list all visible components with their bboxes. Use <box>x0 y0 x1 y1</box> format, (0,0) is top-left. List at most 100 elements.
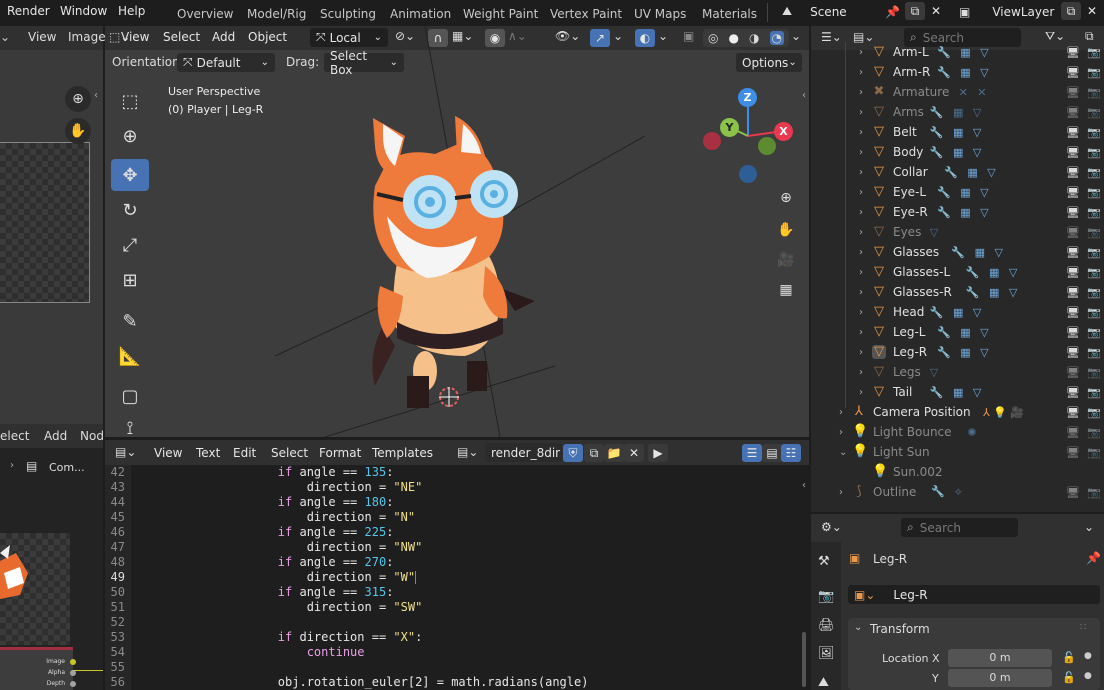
mesh-object-icon[interactable]: ▽ <box>872 45 886 59</box>
modifier-icons[interactable]: 🔧 ▦ ▽ <box>930 146 985 159</box>
tab-overview[interactable]: Overview <box>177 7 234 21</box>
modifier-icons[interactable]: ✺ <box>967 426 979 439</box>
mesh-object-icon[interactable]: ▽ <box>872 225 886 239</box>
mesh-object-icon[interactable]: ▽ <box>872 385 886 399</box>
chevron-down-icon[interactable]: ⌄ <box>854 622 862 633</box>
menu-node[interactable]: Nod <box>80 429 104 443</box>
chevron-right-icon[interactable]: › <box>859 87 863 98</box>
tab-weight-paint[interactable]: Weight Paint <box>463 7 538 21</box>
drag-handle-icon[interactable]: ∷ <box>1080 622 1086 633</box>
code-line[interactable]: 47 direction = "NW" <box>105 540 795 555</box>
select-box-icon[interactable]: ⬚ <box>111 85 149 117</box>
viewport-visibility-icon[interactable]: 🖥 <box>1066 106 1080 119</box>
outliner-row[interactable]: › ⟆ Outline 🔧 ⟡ 🖥 📷 <box>811 482 1104 502</box>
viewport-visibility-icon[interactable]: 🖥 <box>1066 66 1080 79</box>
render-visibility-icon[interactable]: 📷 <box>1087 386 1101 399</box>
outliner-row[interactable]: › ▽ Legs ▽ 🖥 📷 <box>811 362 1104 382</box>
outliner-item-label[interactable]: Glasses-L <box>893 265 950 279</box>
mesh-object-icon[interactable]: ▽ <box>872 145 886 159</box>
modifier-icons[interactable]: ▽ <box>930 366 941 379</box>
annotate-icon[interactable]: ✎ <box>111 305 149 337</box>
chevron-down-icon[interactable]: ⌄ <box>0 30 10 44</box>
tab-sculpting[interactable]: Sculpting <box>320 7 376 21</box>
chevron-left-icon[interactable]: ‹ <box>802 90 806 101</box>
modifier-icons[interactable]: 🔧 ▦ ▽ <box>937 186 992 199</box>
outliner-item-label[interactable]: Arms <box>893 105 924 119</box>
menu-templates[interactable]: Templates <box>372 446 433 460</box>
mesh-object-icon[interactable]: ▽ <box>872 125 886 139</box>
menu-select[interactable]: Select <box>271 446 308 460</box>
object-name-field[interactable]: ▣⌄ Leg-R <box>848 585 1100 604</box>
measure-icon[interactable]: 📐 <box>111 340 149 372</box>
composite-node[interactable]: Image Alpha Depth <box>0 647 76 690</box>
menu-select[interactable]: elect <box>0 429 29 443</box>
code-line[interactable]: 50 if angle == 315: <box>105 585 795 600</box>
outliner-item-label[interactable]: Arm-R <box>893 65 930 79</box>
chevron-left-icon[interactable]: ‹ <box>802 480 806 491</box>
mesh-object-icon[interactable]: ▽ <box>872 245 886 259</box>
lock-icon[interactable]: 🔓 <box>1062 651 1076 664</box>
fake-user-shield-icon[interactable]: ⛨ <box>563 444 583 462</box>
render-visibility-icon[interactable]: 📷 <box>1087 106 1101 119</box>
mesh-object-icon[interactable]: ▽ <box>872 165 886 179</box>
new-view-layer-icon[interactable]: ⧉ <box>1061 2 1081 20</box>
light-object-icon[interactable]: 💡 <box>852 445 868 459</box>
viewport-visibility-icon[interactable]: 🖥 <box>1066 306 1080 319</box>
render-tab-icon[interactable]: 📷 <box>818 589 834 604</box>
code-line[interactable]: 48 if angle == 270: <box>105 555 795 570</box>
code-line[interactable]: 52 <box>105 615 795 630</box>
child-object-icons[interactable]: ⅄ 💡 🎥 <box>983 406 1024 419</box>
tab-vertex-paint[interactable]: Vertex Paint <box>550 7 622 21</box>
chevron-right-icon[interactable]: › <box>859 387 863 398</box>
chevron-right-icon[interactable]: › <box>859 287 863 298</box>
code-line[interactable]: 54 continue <box>105 645 795 660</box>
move-icon[interactable]: ✥ <box>111 159 149 191</box>
code-line[interactable]: 44 if angle == 180: <box>105 495 795 510</box>
outliner-row[interactable]: › ▽ Glasses-L 🔧 ▦ ▽ 🖥 📷 <box>811 262 1104 282</box>
modifier-icons[interactable]: 🔧 ▦ ▽ <box>937 206 992 219</box>
modifier-icons[interactable]: 🔧 ▦ ▽ <box>966 286 1021 299</box>
code-line[interactable]: 46 if angle == 225: <box>105 525 795 540</box>
viewport-visibility-icon[interactable]: 🖥 <box>1066 406 1080 419</box>
render-visibility-icon[interactable]: 📷 <box>1087 46 1101 59</box>
mesh-object-icon[interactable]: ▽ <box>872 345 886 359</box>
viewport-visibility-icon[interactable]: 🖥 <box>1066 326 1080 339</box>
render-visibility-icon[interactable]: 📷 <box>1087 206 1101 219</box>
render-visibility-icon[interactable]: 📷 <box>1087 226 1101 239</box>
scene-tab-icon[interactable]: ⛰ <box>818 675 829 690</box>
chevron-right-icon[interactable]: › <box>859 267 863 278</box>
outliner-row[interactable]: › ▽ Leg-L 🔧 ▦ ▽ 🖥 📷 <box>811 322 1104 342</box>
outliner-item-label[interactable]: Light Bounce <box>873 425 952 439</box>
render-visibility-icon[interactable]: 📷 <box>1087 406 1101 419</box>
chevron-right-icon[interactable]: › <box>859 227 863 238</box>
scene-selector[interactable]: ⛰ Scene 📌 <box>776 2 906 21</box>
open-folder-icon[interactable]: 📁 <box>604 444 624 462</box>
delete-view-layer-icon[interactable]: ✕ <box>1082 2 1102 20</box>
outliner-item-label[interactable]: Camera Position <box>873 405 971 419</box>
mesh-object-icon[interactable]: ▽ <box>872 265 886 279</box>
chevron-right-icon[interactable]: › <box>859 127 863 138</box>
modifier-icons[interactable]: ✕ ✕ <box>959 86 990 99</box>
camera-view-icon[interactable]: 🎥 <box>776 252 796 272</box>
gizmo-z-axis[interactable]: Z <box>738 88 757 107</box>
outliner-item-label[interactable]: Body <box>893 145 923 159</box>
render-visibility-icon[interactable]: 📷 <box>1087 166 1101 179</box>
mesh-object-icon[interactable]: ▽ <box>872 285 886 299</box>
outliner-row[interactable]: › ▽ Eye-L 🔧 ▦ ▽ 🖥 📷 <box>811 182 1104 202</box>
viewport-visibility-icon[interactable]: 🖥 <box>1066 166 1080 179</box>
transform-panel-title[interactable]: Transform <box>870 622 930 636</box>
outliner-item-label[interactable]: Leg-R <box>893 345 927 359</box>
outliner-item-label[interactable]: Collar <box>893 165 928 179</box>
viewport-visibility-icon[interactable]: 🖥 <box>1066 86 1080 99</box>
add-cube-icon[interactable]: ▢ <box>111 380 149 412</box>
mesh-object-icon[interactable]: ▽ <box>872 305 886 319</box>
menu-edit[interactable]: Edit <box>233 446 256 460</box>
menu-view[interactable]: View <box>154 446 182 460</box>
tab-model-rig[interactable]: Model/Rig <box>247 7 306 21</box>
view-layer-tab-icon[interactable]: 🖼 <box>818 646 835 661</box>
modifier-icons[interactable]: 🔧 ⟡ <box>931 485 964 499</box>
light-object-icon[interactable]: 💡 <box>852 425 868 439</box>
cursor-icon[interactable]: ⊕ <box>111 120 149 152</box>
mesh-object-icon[interactable]: ▽ <box>872 325 886 339</box>
scale-icon[interactable]: ⤢ <box>111 229 149 261</box>
